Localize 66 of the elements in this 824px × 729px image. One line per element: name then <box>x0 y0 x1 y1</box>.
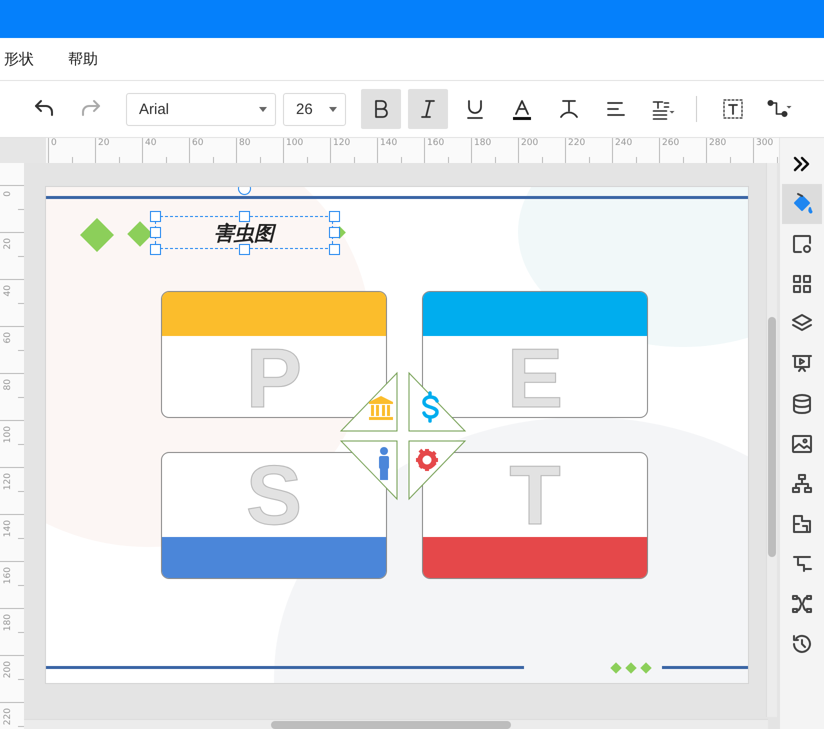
image-icon <box>790 432 814 456</box>
card-letter: S <box>246 453 302 537</box>
card-letter: E <box>506 336 564 417</box>
bank-icon <box>369 396 393 420</box>
card-letter: P <box>246 336 302 417</box>
ruler-label: 100 <box>286 138 304 148</box>
ruler-label: 200 <box>3 661 13 680</box>
resize-handle[interactable] <box>329 244 340 255</box>
ruler-label: 20 <box>3 238 13 252</box>
ruler-label: 300 <box>756 138 774 148</box>
ruler-label: 280 <box>709 138 726 148</box>
ruler-label: 240 <box>615 138 632 148</box>
font-select[interactable]: Arial <box>126 92 276 126</box>
card-letter: T <box>509 453 561 537</box>
ruler-label: 120 <box>3 473 13 492</box>
horizontal-scrollbar[interactable] <box>24 719 768 729</box>
font-color-icon <box>510 97 534 121</box>
data-icon <box>790 392 814 416</box>
ruler-label: 260 <box>662 138 680 148</box>
mindmap-icon <box>790 592 814 616</box>
floorplan-icon <box>790 512 814 536</box>
caret-icon <box>259 106 267 112</box>
ruler-label: 60 <box>192 138 204 148</box>
person-icon <box>379 447 389 480</box>
bold-button[interactable] <box>361 89 401 129</box>
resize-handle[interactable] <box>150 211 161 222</box>
caret-icon <box>329 106 337 112</box>
resize-handle[interactable] <box>329 227 340 238</box>
resize-handle[interactable] <box>239 244 250 255</box>
resize-handle[interactable] <box>329 211 340 222</box>
ruler-label: 40 <box>3 285 13 298</box>
ruler-label: 160 <box>3 567 13 586</box>
ruler-label: 0 <box>51 138 57 148</box>
ruler-label: 100 <box>3 426 13 446</box>
ruler-label: 0 <box>3 191 13 199</box>
shape-settings-icon <box>790 232 814 256</box>
history-icon <box>790 632 814 656</box>
hierarchy-icon <box>790 472 814 496</box>
resize-handle[interactable] <box>150 227 161 238</box>
ruler-label: 180 <box>3 614 13 634</box>
font-size-select[interactable]: 26 <box>283 92 346 126</box>
ruler-label: 80 <box>3 379 13 392</box>
text-arc-icon <box>557 97 581 121</box>
dollar-icon <box>422 391 439 423</box>
ruler-label: 140 <box>3 520 13 540</box>
ruler-label: 120 <box>333 138 350 148</box>
text-box-icon <box>721 97 745 121</box>
ruler-label: 180 <box>474 138 492 148</box>
ruler-label: 60 <box>3 332 13 346</box>
ruler-label: 80 <box>239 138 250 148</box>
gear-icon <box>416 448 438 471</box>
ruler-label: 220 <box>568 138 586 148</box>
resize-handle[interactable] <box>150 244 161 255</box>
ruler-label: 140 <box>380 138 398 148</box>
ruler-label: 200 <box>521 138 538 148</box>
vertical-scrollbar[interactable] <box>766 163 777 717</box>
ruler-label: 40 <box>145 138 156 148</box>
diagram-title[interactable]: 害虫图 <box>214 222 274 242</box>
italic-button[interactable] <box>408 89 448 129</box>
menu-item[interactable]: 帮助 <box>68 50 98 68</box>
widgets-icon <box>790 272 814 296</box>
ruler-label: 220 <box>3 708 13 728</box>
ruler-label: 160 <box>427 138 444 148</box>
menu-item[interactable]: 形状 <box>4 50 34 68</box>
resize-handle[interactable] <box>239 211 250 222</box>
ruler-label: 20 <box>98 138 110 148</box>
